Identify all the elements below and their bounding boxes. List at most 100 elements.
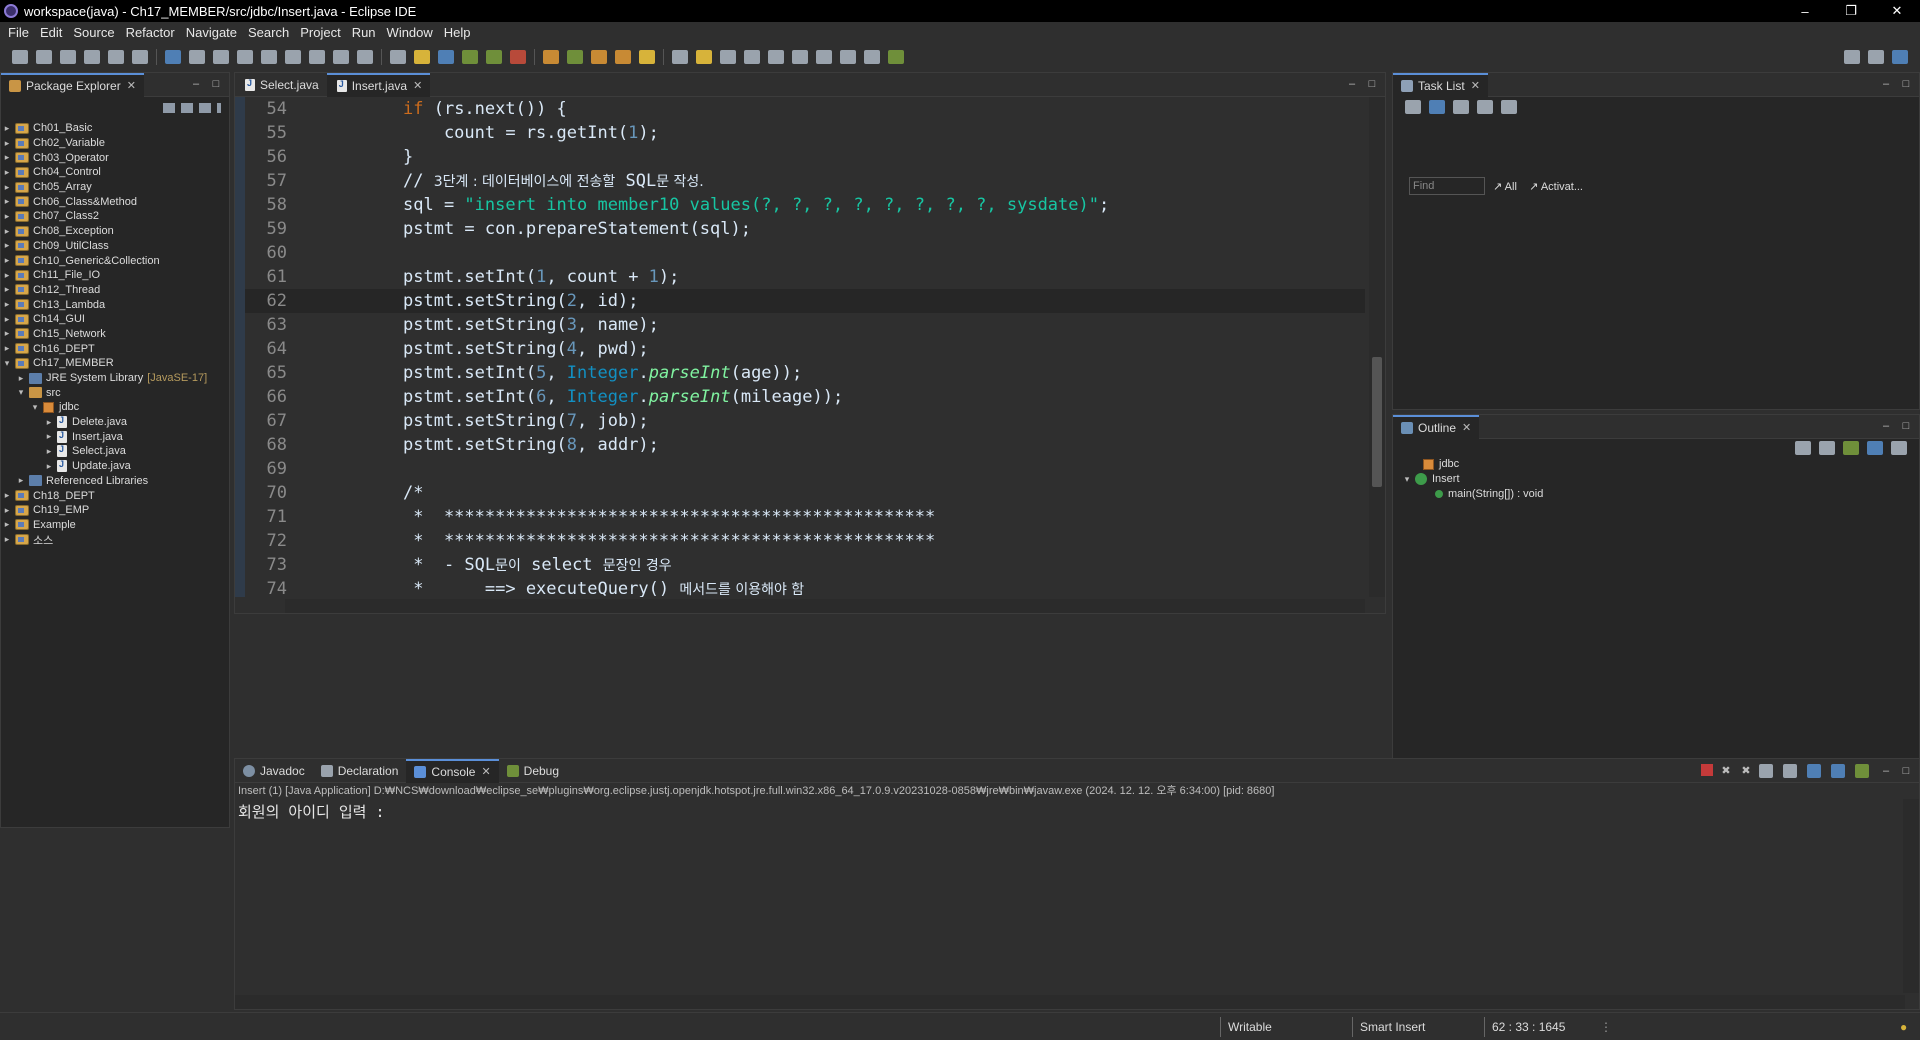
menu-edit[interactable]: Edit	[40, 25, 62, 40]
close-icon[interactable]: ✕	[413, 79, 422, 92]
new-java-project-icon[interactable]	[543, 50, 559, 64]
tree-item[interactable]: ▸Update.java	[1, 459, 229, 474]
close-window-button[interactable]: ✕	[1874, 0, 1920, 22]
minimize-view-button[interactable]: –	[1879, 764, 1893, 778]
console-vertical-scrollbar[interactable]	[1903, 799, 1919, 993]
menu-help[interactable]: Help	[444, 25, 471, 40]
minimize-view-button[interactable]: –	[189, 77, 203, 91]
tab-declaration[interactable]: Declaration	[313, 759, 407, 783]
debug-toggle-icon[interactable]	[165, 50, 181, 64]
tree-item[interactable]: ▸ Ch18_DEPT	[1, 488, 229, 503]
all-link[interactable]: ↗ All	[1493, 181, 1517, 193]
step-over-icon[interactable]	[333, 50, 349, 64]
outline-item[interactable]: main(String[]) : void	[1393, 486, 1919, 501]
open-task-icon[interactable]	[615, 50, 631, 64]
run-icon[interactable]	[462, 50, 478, 64]
task-find-input[interactable]: Find	[1409, 177, 1485, 195]
remove-all-icon[interactable]: ✖	[1739, 764, 1753, 778]
disconnect-icon[interactable]	[285, 50, 301, 64]
maximize-view-button[interactable]: □	[1899, 419, 1913, 433]
tree-item[interactable]: ▸ Example	[1, 518, 229, 533]
tree-item[interactable]: ▸ Ch15_Network	[1, 327, 229, 342]
coverage-run-icon[interactable]	[486, 50, 502, 64]
tree-item[interactable]: ▾ src	[1, 385, 229, 400]
whitespace-icon[interactable]	[744, 50, 760, 64]
maximize-view-button[interactable]: □	[1365, 77, 1379, 91]
back-icon[interactable]	[840, 50, 856, 64]
debug-run-icon[interactable]	[438, 50, 454, 64]
tab-select-java[interactable]: Select.java	[235, 73, 327, 97]
console-icon[interactable]	[390, 50, 406, 64]
menu-run[interactable]: Run	[352, 25, 376, 40]
next-annotation-icon[interactable]	[768, 50, 784, 64]
redo-icon[interactable]	[132, 50, 148, 64]
tab-javadoc[interactable]: Javadoc	[235, 759, 313, 783]
sync-icon[interactable]	[1477, 100, 1493, 114]
editor-vertical-scrollbar[interactable]	[1369, 97, 1385, 597]
editor-horizontal-scrollbar[interactable]	[285, 599, 1365, 613]
tab-task-list[interactable]: Task List ✕	[1393, 72, 1488, 97]
sort-icon[interactable]	[1795, 441, 1811, 455]
search-tool-icon[interactable]	[639, 50, 655, 64]
tree-item[interactable]: ▸Select.java	[1, 444, 229, 459]
hide-fields-icon[interactable]	[1819, 441, 1835, 455]
word-wrap-icon[interactable]	[1783, 764, 1797, 778]
minimize-button[interactable]: –	[1782, 0, 1828, 22]
scroll-thumb[interactable]	[1372, 357, 1382, 487]
display-console-icon[interactable]	[1831, 764, 1845, 778]
tree-item[interactable]: ▸ JRE System Library [JavaSE-17]	[1, 371, 229, 386]
filter-icon[interactable]	[199, 103, 211, 113]
suspend-icon[interactable]	[237, 50, 253, 64]
tree-item[interactable]: ▸ Ch13_Lambda	[1, 297, 229, 312]
menu-file[interactable]: File	[8, 25, 29, 40]
view-menu-icon[interactable]	[217, 103, 221, 113]
last-edit-icon[interactable]	[816, 50, 832, 64]
collapse-all-icon[interactable]	[1501, 100, 1517, 114]
close-icon[interactable]: ✕	[1462, 421, 1471, 434]
status-menu-icon[interactable]: ⋮	[1600, 1020, 1612, 1034]
maximize-view-button[interactable]: □	[1899, 77, 1913, 91]
link-with-editor-icon[interactable]	[181, 103, 193, 113]
save-all-icon[interactable]	[84, 50, 100, 64]
annotation-icon[interactable]	[696, 50, 712, 64]
console-output[interactable]: 회원의 아이디 입력 :	[235, 801, 1919, 822]
open-icon[interactable]	[36, 50, 52, 64]
tab-package-explorer[interactable]: Package Explorer ✕	[1, 72, 144, 97]
code-editor[interactable]: 54 if (rs.next()) { 55 count = rs.getInt(…	[235, 97, 1385, 597]
new-class-icon[interactable]	[567, 50, 583, 64]
search-icon[interactable]	[1844, 50, 1860, 64]
maximize-view-button[interactable]: □	[1899, 764, 1913, 778]
tree-item[interactable]: ▸ Ch06_Class&Method	[1, 194, 229, 209]
new-task-icon[interactable]	[1405, 100, 1421, 114]
tree-item[interactable]: ▾ Ch17_MEMBER	[1, 356, 229, 371]
remove-launch-icon[interactable]: ✖	[1719, 764, 1733, 778]
step-into-icon[interactable]	[309, 50, 325, 64]
forward-icon[interactable]	[864, 50, 880, 64]
tree-item[interactable]: ▸ Ch16_DEPT	[1, 341, 229, 356]
pin-editor-icon[interactable]	[888, 50, 904, 64]
close-icon[interactable]: ✕	[481, 765, 490, 778]
scheduled-icon[interactable]	[1453, 100, 1469, 114]
tree-item[interactable]: ▸ Ch10_Generic&Collection	[1, 253, 229, 268]
tree-item[interactable]: ▸ Ch07_Class2	[1, 209, 229, 224]
tab-insert-java[interactable]: Insert.java ✕	[326, 72, 431, 97]
terminate-icon[interactable]	[1701, 764, 1713, 776]
terminate-icon[interactable]	[261, 50, 277, 64]
open-type-icon[interactable]	[591, 50, 607, 64]
java-perspective-icon[interactable]	[1892, 50, 1908, 64]
close-icon[interactable]: ✕	[127, 79, 136, 92]
menu-window[interactable]: Window	[387, 25, 433, 40]
pin-console-icon[interactable]	[1807, 764, 1821, 778]
categorized-icon[interactable]	[1429, 100, 1445, 114]
toggle-mark-icon[interactable]	[672, 50, 688, 64]
minimize-view-button[interactable]: –	[1879, 419, 1893, 433]
menu-refactor[interactable]: Refactor	[126, 25, 175, 40]
tree-item[interactable]: ▸ 소스	[1, 532, 229, 547]
hide-static-icon[interactable]	[1843, 441, 1859, 455]
console-horizontal-scrollbar[interactable]	[235, 995, 1905, 1009]
new-icon[interactable]	[12, 50, 28, 64]
outline-item[interactable]: jdbc	[1393, 457, 1919, 472]
tree-item[interactable]: ▸Delete.java	[1, 415, 229, 430]
tip-icon[interactable]: ●	[1900, 1020, 1907, 1034]
tree-item[interactable]: ▸ Ch12_Thread	[1, 283, 229, 298]
